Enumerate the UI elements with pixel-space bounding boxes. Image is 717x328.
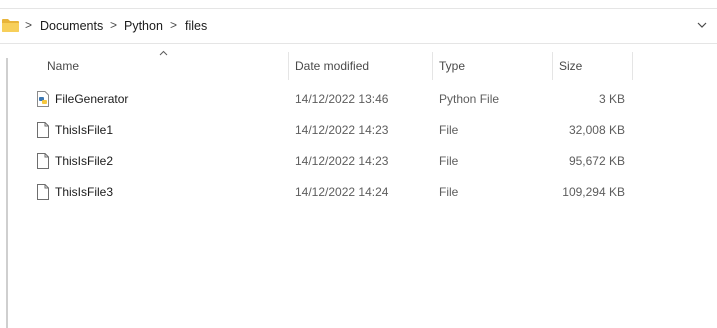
file-name: ThisIsFile1 <box>55 123 114 137</box>
column-divider[interactable] <box>288 52 289 80</box>
breadcrumb-separator[interactable]: > <box>170 18 177 32</box>
column-divider[interactable] <box>632 52 633 80</box>
file-type: Python File <box>439 92 500 106</box>
file-date: 14/12/2022 13:46 <box>295 92 389 106</box>
file-type: File <box>439 185 459 199</box>
file-name: ThisIsFile2 <box>55 154 114 168</box>
file-size: 95,672 KB <box>568 154 625 168</box>
breadcrumb-documents[interactable]: Documents <box>40 19 103 33</box>
file-row[interactable]: ThisIsFile2 14/12/2022 14:23 File 95,672… <box>30 146 642 176</box>
file-type: File <box>439 123 459 137</box>
column-header-name[interactable]: Name <box>47 52 79 80</box>
file-size: 109,294 KB <box>562 185 625 199</box>
column-header-type[interactable]: Type <box>439 52 465 80</box>
file-row[interactable]: FileGenerator 14/12/2022 13:46 Python Fi… <box>30 84 642 114</box>
file-date: 14/12/2022 14:23 <box>295 154 389 168</box>
file-date: 14/12/2022 14:23 <box>295 123 389 137</box>
file-date: 14/12/2022 14:24 <box>295 185 389 199</box>
chevron-down-icon[interactable] <box>697 20 707 30</box>
breadcrumb-python[interactable]: Python <box>124 19 163 33</box>
file-row[interactable]: ThisIsFile1 14/12/2022 14:23 File 32,008… <box>30 115 642 145</box>
file-type: File <box>439 154 459 168</box>
file-name: FileGenerator <box>55 92 129 106</box>
column-header-size[interactable]: Size <box>559 52 582 80</box>
sort-ascending-icon <box>159 50 168 56</box>
breadcrumb-separator[interactable]: > <box>25 18 32 32</box>
file-size: 3 KB <box>598 92 625 106</box>
file-icon <box>37 153 49 169</box>
address-bar[interactable]: > Documents > Python > files <box>0 8 717 44</box>
breadcrumb-files[interactable]: files <box>185 19 207 33</box>
file-row[interactable]: ThisIsFile3 14/12/2022 14:24 File 109,29… <box>30 177 642 207</box>
column-divider[interactable] <box>432 52 433 80</box>
column-divider[interactable] <box>552 52 553 80</box>
column-header-date-modified[interactable]: Date modified <box>295 52 369 80</box>
file-name: ThisIsFile3 <box>55 185 114 199</box>
breadcrumb-separator[interactable]: > <box>110 18 117 32</box>
file-icon <box>37 122 49 138</box>
folder-icon <box>2 19 19 32</box>
file-size: 32,008 KB <box>568 123 625 137</box>
file-icon <box>37 184 49 200</box>
python-file-icon <box>37 91 49 107</box>
scroll-edge <box>6 58 8 328</box>
